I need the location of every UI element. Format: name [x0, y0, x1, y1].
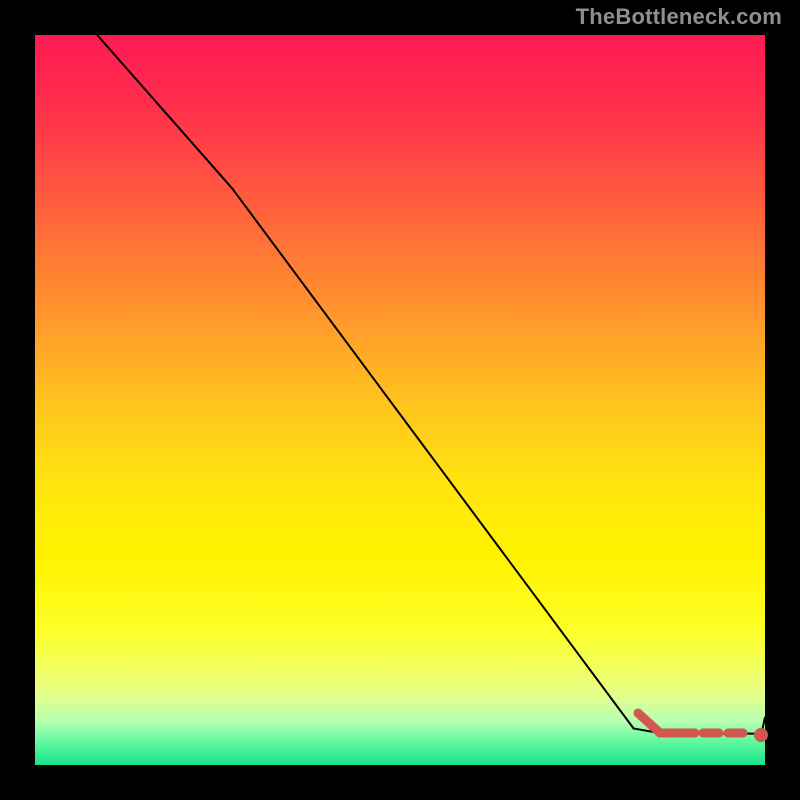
gradient-background: [35, 35, 765, 765]
chart-svg: [35, 35, 765, 765]
plot-area: [35, 35, 765, 765]
highlight-dot: [754, 728, 768, 742]
watermark-text: TheBottleneck.com: [576, 4, 782, 30]
chart-frame: TheBottleneck.com: [0, 0, 800, 800]
